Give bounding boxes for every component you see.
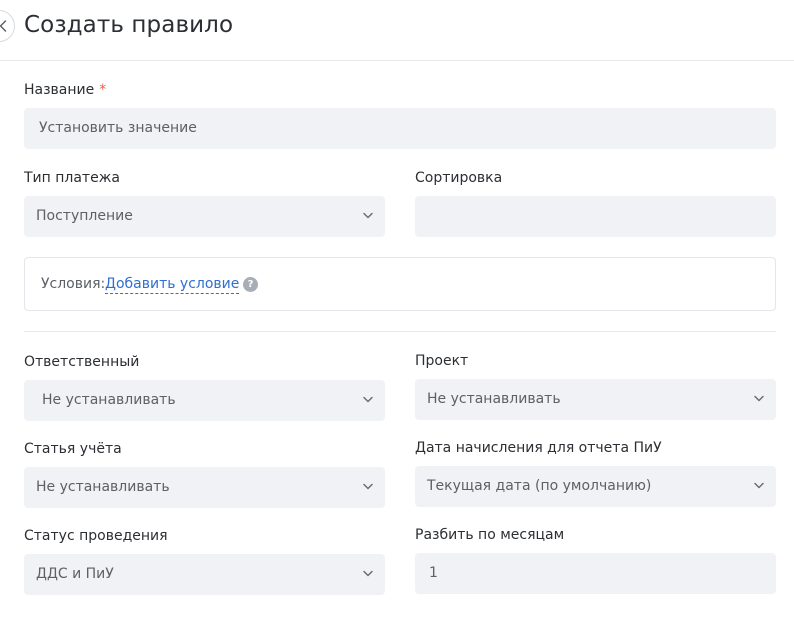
page-title: Создать правило bbox=[24, 12, 234, 38]
responsible-value: Не устанавливать bbox=[42, 392, 176, 408]
project-value: Не устанавливать bbox=[427, 391, 561, 407]
add-condition-link[interactable]: Добавить условие bbox=[105, 276, 240, 294]
chevron-down-icon bbox=[754, 395, 764, 402]
split-months-input[interactable]: 1 bbox=[415, 553, 776, 594]
project-select[interactable]: Не устанавливать bbox=[415, 379, 776, 420]
account-item-label: Статья учёта bbox=[24, 441, 122, 457]
name-label-text: Название bbox=[24, 82, 95, 98]
back-button[interactable] bbox=[0, 10, 15, 42]
posting-status-label: Статус проведения bbox=[24, 528, 168, 544]
section-divider bbox=[24, 331, 776, 332]
sorting-label: Сортировка bbox=[415, 170, 503, 186]
project-label: Проект bbox=[415, 353, 469, 369]
account-item-select[interactable]: Не устанавливать bbox=[24, 467, 385, 508]
chevron-left-icon bbox=[0, 20, 7, 32]
responsible-label: Ответственный bbox=[24, 354, 140, 370]
conditions-label: Условия: bbox=[41, 276, 106, 292]
payment-type-label: Тип платежа bbox=[24, 170, 120, 186]
conditions-box: Условия: Добавить условие ? bbox=[24, 257, 776, 311]
chevron-down-icon bbox=[754, 482, 764, 489]
payment-type-value: Поступление bbox=[36, 208, 133, 224]
chevron-down-icon bbox=[363, 396, 373, 403]
name-input[interactable]: Установить значение bbox=[24, 108, 776, 149]
accrual-date-value: Текущая дата (по умолчанию) bbox=[427, 478, 652, 494]
page-header: Создать правило bbox=[0, 0, 794, 61]
name-label: Название * bbox=[24, 82, 106, 98]
posting-status-value: ДДС и ПиУ bbox=[36, 566, 114, 582]
accrual-date-label: Дата начисления для отчета ПиУ bbox=[415, 440, 662, 456]
responsible-select[interactable]: Не устанавливать bbox=[24, 380, 385, 421]
payment-type-select[interactable]: Поступление bbox=[24, 196, 385, 237]
split-months-value: 1 bbox=[429, 565, 438, 581]
question-circle-icon[interactable]: ? bbox=[243, 277, 258, 292]
account-item-value: Не устанавливать bbox=[36, 479, 170, 495]
chevron-down-icon bbox=[363, 483, 373, 490]
chevron-down-icon bbox=[363, 212, 373, 219]
split-months-label: Разбить по месяцам bbox=[415, 527, 565, 543]
required-mark: * bbox=[99, 82, 107, 98]
posting-status-select[interactable]: ДДС и ПиУ bbox=[24, 554, 385, 595]
accrual-date-select[interactable]: Текущая дата (по умолчанию) bbox=[415, 466, 776, 507]
chevron-down-icon bbox=[363, 570, 373, 577]
sorting-input[interactable] bbox=[415, 196, 776, 237]
name-input-value: Установить значение bbox=[39, 120, 197, 136]
